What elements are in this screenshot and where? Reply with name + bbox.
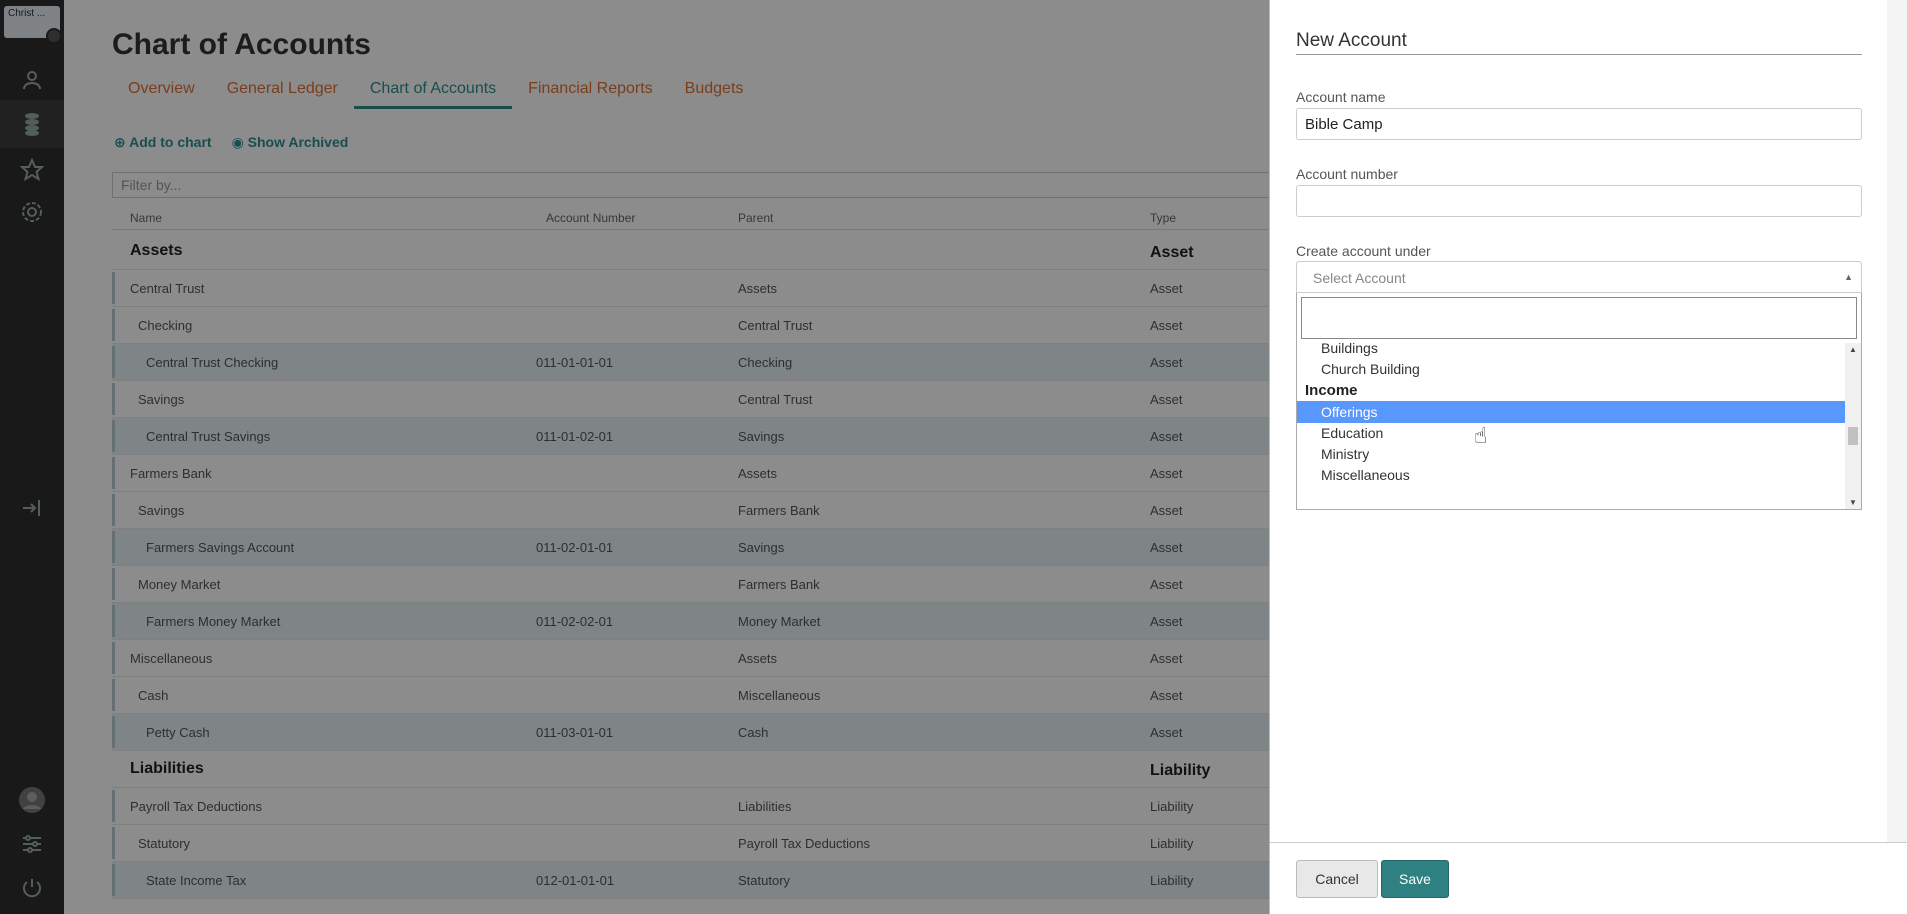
save-button[interactable]: Save [1381,860,1449,898]
scroll-thumb[interactable] [1848,427,1858,445]
dropdown-option[interactable]: Buildings [1297,343,1845,359]
account-name-label: Account name [1296,89,1386,105]
dropdown-options: Buildings Church Building Income Offerings E… [1297,343,1845,509]
account-number-label: Account number [1296,166,1398,182]
account-name-input[interactable] [1296,108,1862,140]
dropdown-option[interactable]: Offerings [1297,401,1845,423]
panel-title: New Account [1296,30,1407,51]
dropdown-scrollbar[interactable]: ▲ ▼ [1845,343,1861,509]
scroll-down-icon[interactable]: ▼ [1849,498,1857,507]
option-group-label: Income [1305,382,1358,399]
dropdown-option[interactable]: Church Building [1297,358,1845,380]
select-placeholder: Select Account [1313,270,1406,286]
create-under-label: Create account under [1296,243,1431,259]
dropdown-option[interactable]: Ministry [1297,443,1845,465]
footer-divider [1270,842,1907,843]
new-account-panel: New Account Account name Account number … [1269,0,1907,914]
dropdown-option[interactable]: Education [1297,422,1845,444]
pointer-cursor-icon: ☝ [1474,423,1488,448]
modal-backdrop[interactable] [0,0,1269,914]
divider [1296,54,1862,55]
scroll-up-icon[interactable]: ▲ [1849,345,1857,354]
parent-account-select[interactable]: Select Account ▲ [1296,261,1862,293]
dropdown-option[interactable]: Miscellaneous [1297,464,1845,486]
parent-account-dropdown: Buildings Church Building Income Offerings E… [1296,293,1862,510]
caret-up-icon: ▲ [1844,272,1853,282]
dropdown-search-input[interactable] [1301,297,1857,339]
panel-scrollbar[interactable] [1887,0,1907,842]
account-number-input[interactable] [1296,185,1862,217]
cancel-button[interactable]: Cancel [1296,860,1378,898]
